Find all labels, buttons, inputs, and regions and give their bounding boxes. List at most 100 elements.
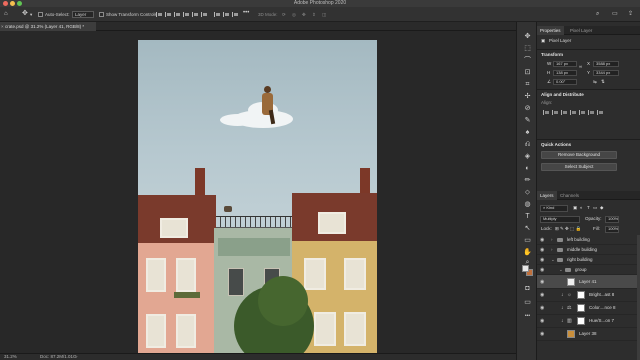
edit-toolbar-icon[interactable]: •••	[523, 312, 532, 321]
eraser-tool-icon[interactable]: ◐	[523, 164, 532, 173]
move-tool-icon[interactable]: ✥	[22, 10, 28, 17]
visibility-eye-icon[interactable]: ◉	[540, 292, 544, 298]
align-top-icon[interactable]	[570, 110, 576, 115]
share-icon[interactable]: ⇪	[628, 11, 633, 18]
more-options-button[interactable]: •••	[243, 10, 249, 16]
flip-horizontal-icon[interactable]: ⇋	[593, 79, 597, 85]
layer-row-layer-41[interactable]: ◉ Layer 41	[537, 275, 637, 289]
align-left-edges-icon[interactable]	[156, 12, 162, 17]
flip-vertical-icon[interactable]: ⇅	[601, 79, 605, 85]
remove-background-button[interactable]: Remove Background	[541, 151, 617, 159]
align-top-edges-icon[interactable]	[183, 12, 189, 17]
foreground-color-swatch[interactable]	[522, 265, 529, 272]
opacity-field[interactable]: 100%	[605, 216, 619, 223]
align-right-edges-icon[interactable]	[174, 12, 180, 17]
layer-row-left-building[interactable]: ◉ › left building	[537, 235, 637, 245]
filter-adjust-icon[interactable]: ◐	[580, 205, 583, 211]
align-horizontal-centers-icon[interactable]	[165, 12, 171, 17]
fill-field[interactable]: 100%	[605, 226, 619, 233]
angle-field[interactable]: 0.00°	[553, 79, 577, 85]
layer-mask-thumbnail[interactable]	[577, 291, 585, 299]
align-vertical-centers-icon[interactable]	[192, 12, 198, 17]
visibility-eye-icon[interactable]: ◉	[540, 305, 544, 311]
healing-brush-tool-icon[interactable]: ✎	[523, 116, 532, 125]
collapse-group-icon[interactable]: ⌄	[559, 267, 563, 273]
workspace-icon[interactable]: ▭	[612, 11, 618, 18]
home-icon[interactable]: ⌂	[4, 11, 8, 18]
collapse-group-icon[interactable]: ⌄	[551, 257, 555, 263]
visibility-eye-icon[interactable]: ◉	[540, 279, 544, 285]
crop-tool-icon[interactable]: ⌗	[523, 80, 532, 89]
visibility-eye-icon[interactable]: ◉	[540, 267, 544, 273]
layer-mask-thumbnail[interactable]	[577, 317, 585, 325]
visibility-eye-icon[interactable]: ◉	[540, 331, 544, 337]
close-tab-icon[interactable]: ×	[1, 22, 4, 31]
expand-group-icon[interactable]: ›	[551, 247, 553, 253]
align-middle-icon[interactable]	[579, 110, 585, 115]
status-chevron-icon[interactable]: ›	[76, 354, 78, 360]
chevron-down-icon[interactable]: ▾	[30, 11, 32, 18]
align-left-icon[interactable]	[543, 110, 549, 115]
select-subject-button[interactable]: Select Subject	[541, 163, 617, 171]
width-field[interactable]: 167 px	[553, 61, 577, 67]
tab-channels[interactable]: Channels	[557, 191, 582, 200]
layer-mask-thumbnail[interactable]	[577, 304, 585, 312]
link-icon[interactable]: ∞	[579, 64, 582, 70]
document-size[interactable]: Doc: 87.2M/1.01G	[40, 354, 77, 360]
align-section-title[interactable]: Align and Distribute	[541, 92, 584, 98]
document-canvas[interactable]	[138, 40, 377, 353]
brush-tool-icon[interactable]: ♠	[523, 128, 532, 137]
marquee-tool-icon[interactable]: ⬚	[523, 44, 532, 53]
align-bottom-edges-icon[interactable]	[201, 12, 207, 17]
tab-pixel-layer[interactable]: Pixel Layer	[567, 26, 595, 35]
distribute-bottom-icon[interactable]	[232, 12, 238, 17]
3d-drag-icon[interactable]: ✥	[302, 11, 306, 18]
visibility-eye-icon[interactable]: ◉	[540, 318, 544, 324]
zoom-level[interactable]: 31.2%	[4, 354, 17, 360]
height-field[interactable]: 138 px	[553, 70, 577, 76]
3d-roll-icon[interactable]: ◎	[292, 11, 296, 18]
transform-section-title[interactable]: Transform	[541, 52, 563, 58]
visibility-eye-icon[interactable]: ◉	[540, 247, 544, 253]
layer-row-brightness-contrast[interactable]: ◉ ↓ ☼ Bright...ast 8	[537, 289, 637, 302]
x-field[interactable]: 3588 px	[593, 61, 619, 67]
3d-scale-icon[interactable]: ◫	[322, 11, 326, 18]
distribute-centers-icon[interactable]	[223, 12, 229, 17]
quick-mask-icon[interactable]: ◘	[523, 284, 532, 293]
clone-stamp-tool-icon[interactable]: ⎌	[523, 140, 532, 149]
lock-icons[interactable]: ⊞ ✎ ✥ ⬚ 🔒	[555, 226, 581, 232]
layer-filter-dropdown[interactable]: ⌕ Kind	[540, 205, 568, 212]
dodge-tool-icon[interactable]: ◍	[523, 200, 532, 209]
frame-tool-icon[interactable]: ✢	[523, 92, 532, 101]
filter-type-icon[interactable]: T	[587, 205, 590, 211]
quick-actions-title[interactable]: Quick Actions	[541, 142, 571, 148]
filter-smart-icon[interactable]: ◆	[600, 205, 603, 211]
show-transform-checkbox[interactable]	[99, 12, 104, 17]
canvas-area[interactable]	[0, 31, 516, 353]
layer-row-middle-building[interactable]: ◉ › middle building	[537, 245, 637, 255]
layer-row-right-building[interactable]: ◉ ⌄ right building	[537, 255, 637, 265]
screen-mode-icon[interactable]: ▭	[523, 298, 532, 307]
history-brush-tool-icon[interactable]: ◈	[523, 152, 532, 161]
distribute-top-icon[interactable]	[214, 12, 220, 17]
tab-layers[interactable]: Layers	[537, 191, 557, 200]
layer-row-color-balance[interactable]: ◉ ↓ ⚖ Color....nce 8	[537, 302, 637, 315]
visibility-eye-icon[interactable]: ◉	[540, 257, 544, 263]
3d-slide-icon[interactable]: ⇕	[312, 11, 316, 18]
align-bottom-icon[interactable]	[588, 110, 594, 115]
blend-mode-dropdown[interactable]: Multiply	[540, 216, 580, 223]
hand-tool-icon[interactable]: ✋	[523, 248, 532, 257]
filter-shape-icon[interactable]: ▭	[593, 205, 597, 211]
more-align-icon[interactable]	[597, 110, 603, 115]
tab-properties[interactable]: Properties	[537, 26, 564, 35]
visibility-eye-icon[interactable]: ◉	[540, 237, 544, 243]
lasso-tool-icon[interactable]: ⌒	[523, 56, 532, 65]
3d-orbit-icon[interactable]: ⟳	[282, 11, 286, 18]
layer-row-group[interactable]: ◉ ⌄ group	[537, 265, 637, 275]
search-icon[interactable]: ⌕	[596, 11, 599, 18]
rectangle-tool-icon[interactable]: ▭	[523, 236, 532, 245]
auto-select-checkbox[interactable]	[38, 12, 43, 17]
y-field[interactable]: 3344 px	[593, 70, 619, 76]
blur-tool-icon[interactable]: ⬦	[523, 188, 532, 197]
auto-select-dropdown[interactable]: Layer	[72, 11, 94, 18]
